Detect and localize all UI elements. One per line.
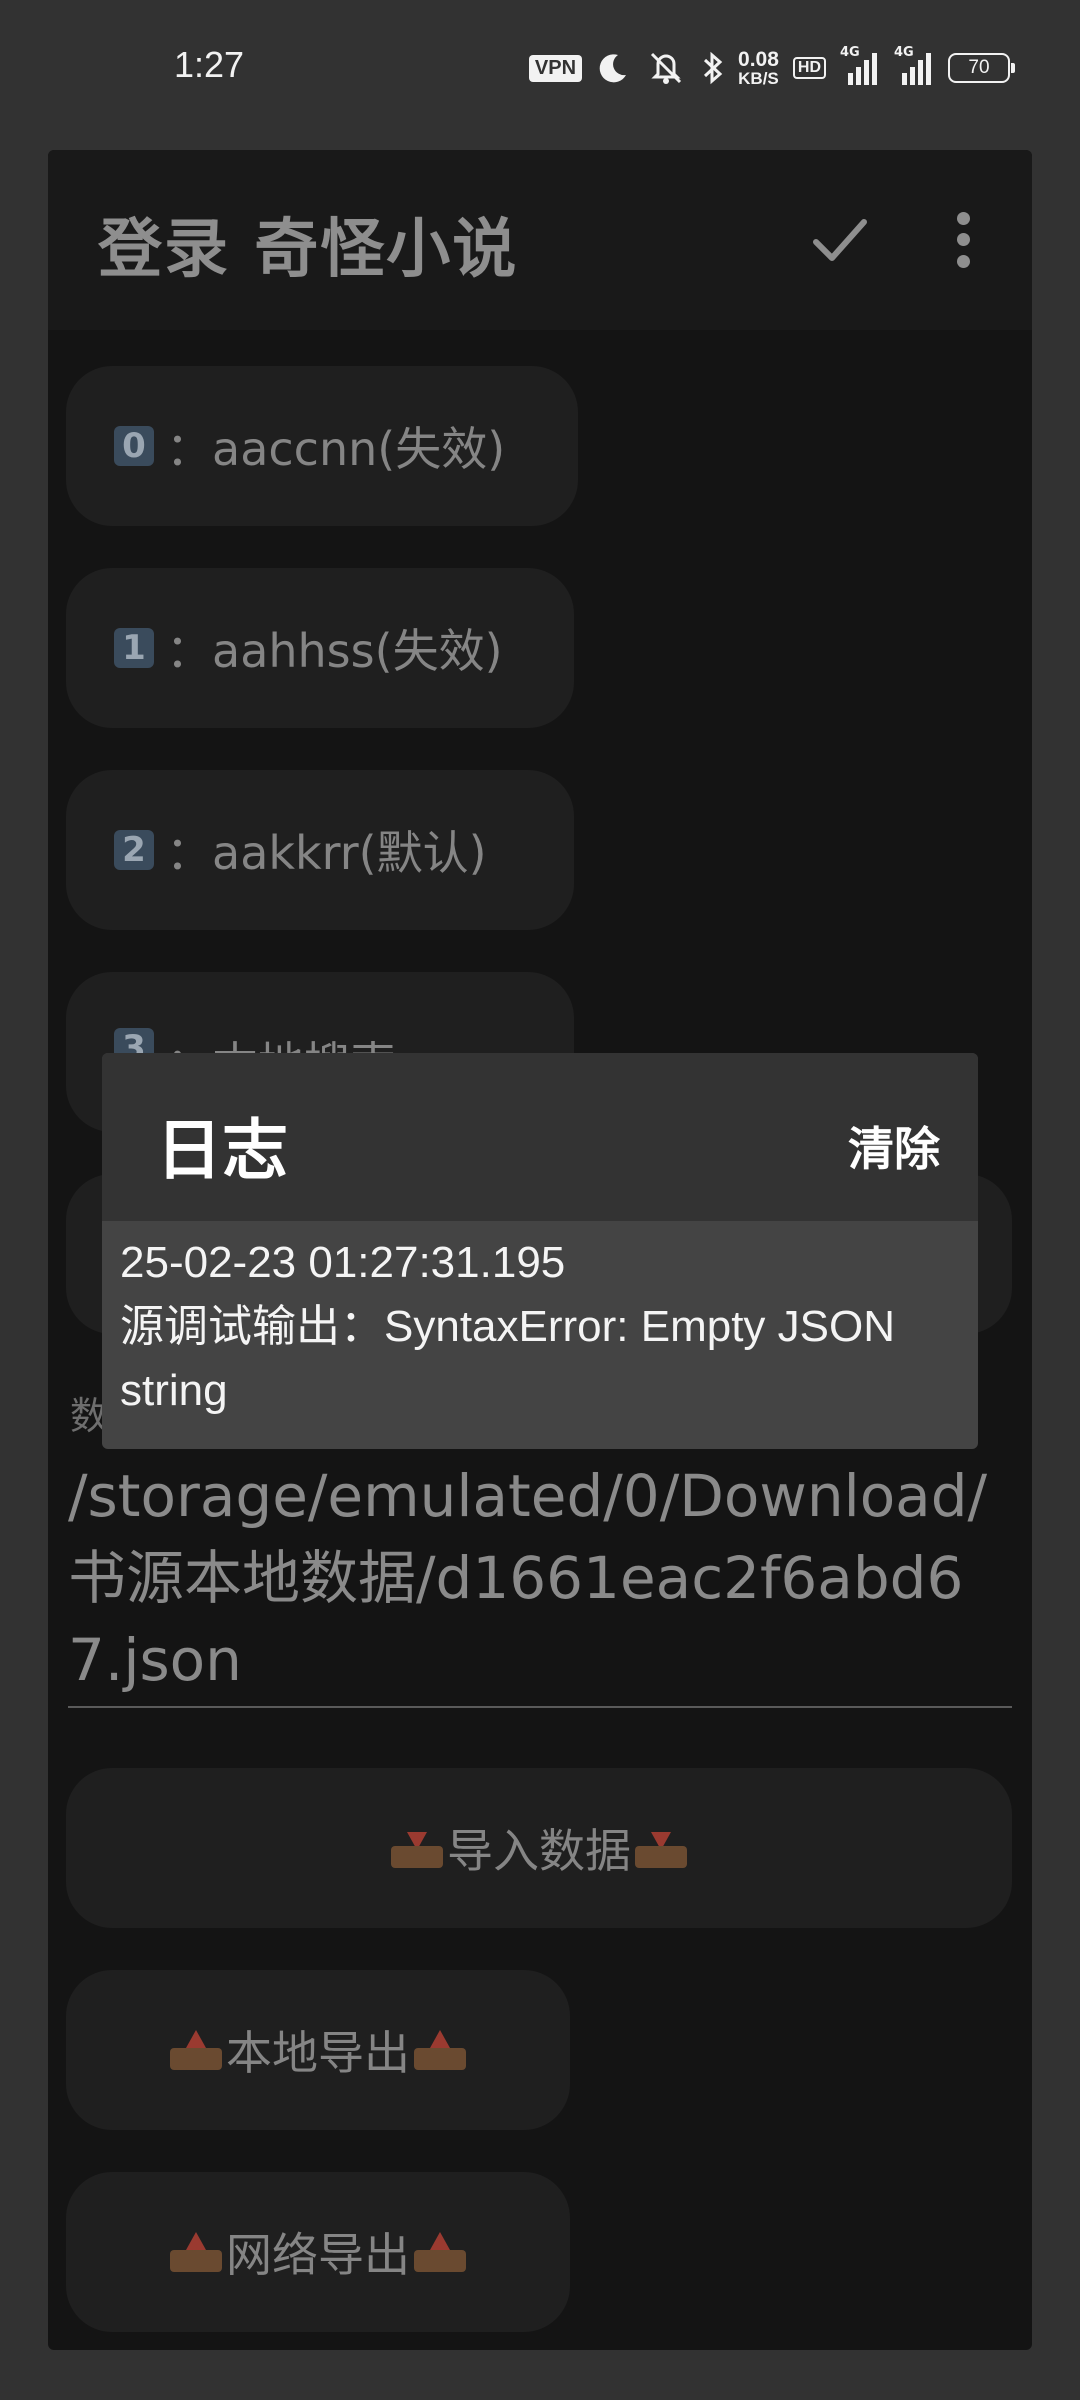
local-export-label: 本地导出 [226, 2026, 410, 2080]
inbox-tray-icon [635, 1828, 687, 1868]
clear-button[interactable]: 清除 [848, 1113, 940, 1179]
keycap-icon: 2 [114, 830, 154, 870]
battery-icon: 70 [948, 53, 1015, 83]
input-underline [68, 1706, 1012, 1708]
account-item-0[interactable]: 0 ：aaccnn(失效) [66, 366, 578, 526]
log-message: 源调试输出：SyntaxError: Empty JSON string [120, 1302, 896, 1415]
log-timestamp: 25-02-23 01:27:31.195 [120, 1238, 566, 1287]
data-path-input[interactable]: /storage/emulated/0/Download/书源本地数据/d166… [68, 1455, 1008, 1701]
account-item-1[interactable]: 1 ：aahhss(失效) [66, 568, 574, 728]
bluetooth-icon [703, 51, 723, 85]
page-title: 登录 奇怪小说 [98, 213, 519, 287]
outbox-tray-icon [414, 2232, 466, 2272]
signal-icon-2: 4G [894, 45, 934, 85]
account-label: ：aaccnn(失效) [166, 422, 506, 476]
local-export-button[interactable]: 本地导出 [66, 1970, 570, 2130]
dialog-header: 日志 清除 [102, 1053, 978, 1221]
status-icons: VPN 0.08 KB/S HD 4G 4G 70 [528, 45, 1015, 90]
signal-icon-1: 4G [840, 45, 880, 85]
more-options-icon[interactable] [948, 208, 978, 272]
account-item-2[interactable]: 2 ：aakkrr(默认) [66, 770, 574, 930]
account-label: ：aakkrr(默认) [166, 826, 487, 880]
status-bar: 1:27 VPN 0.08 KB/S HD 4G 4G 70 [0, 0, 1080, 140]
inbox-tray-icon [391, 1828, 443, 1868]
outbox-tray-icon [414, 2030, 466, 2070]
status-time: 1:27 [174, 44, 245, 85]
keycap-icon: 1 [114, 628, 154, 668]
vpn-icon: VPN [528, 54, 583, 82]
dialog-title: 日志 [156, 1112, 288, 1189]
app-bar: 登录 奇怪小说 [48, 150, 1032, 330]
moon-icon [599, 54, 627, 83]
keycap-icon: 0 [114, 426, 154, 466]
log-content: 25-02-23 01:27:31.195 源调试输出：SyntaxError:… [120, 1231, 970, 1423]
import-data-button[interactable]: 导入数据 [66, 1768, 1012, 1928]
account-label: ：aahhss(失效) [166, 624, 503, 678]
mute-bell-icon [650, 52, 682, 84]
outbox-tray-icon [170, 2030, 222, 2070]
log-dialog: 日志 清除 25-02-23 01:27:31.195 源调试输出：Syntax… [102, 1053, 978, 1449]
hd-icon: HD [792, 57, 826, 79]
import-label: 导入数据 [447, 1824, 631, 1878]
net-speed: 0.08 KB/S [738, 48, 779, 88]
check-icon[interactable] [808, 208, 872, 272]
outbox-tray-icon [170, 2232, 222, 2272]
network-export-button[interactable]: 网络导出 [66, 2172, 570, 2332]
network-export-label: 网络导出 [226, 2228, 410, 2282]
